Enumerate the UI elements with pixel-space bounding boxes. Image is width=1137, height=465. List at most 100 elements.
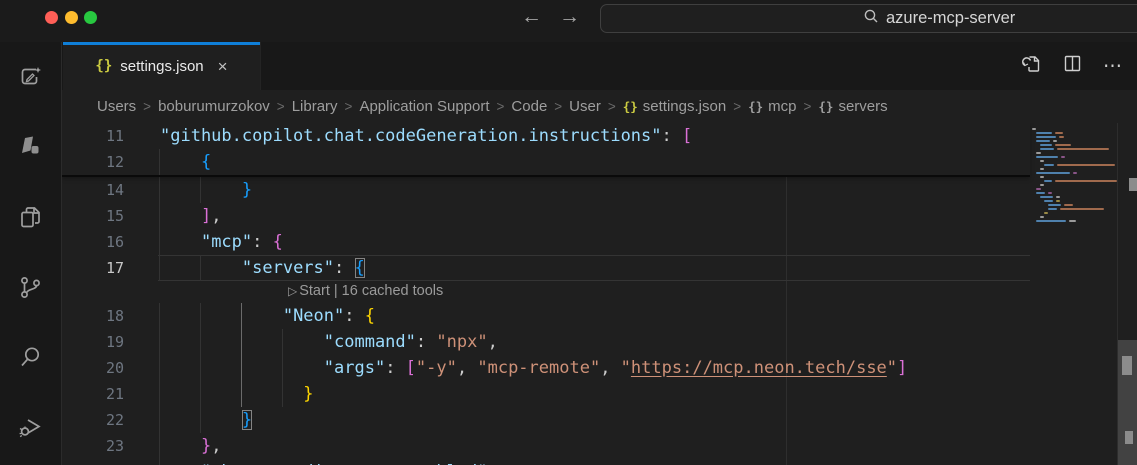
breadcrumb-item-user[interactable]: User: [569, 98, 601, 115]
breadcrumb-item-code[interactable]: Code: [511, 98, 547, 115]
tab-settings-json[interactable]: {} settings.json ×: [63, 42, 261, 90]
breadcrumb-label: servers: [838, 98, 887, 115]
code-line-11[interactable]: 11 "github.copilot.chat.codeGeneration.in…: [62, 123, 1030, 149]
open-changes-icon[interactable]: [1021, 53, 1042, 79]
line-content: "github.copilot.chat.codeGeneration.inst…: [160, 123, 692, 149]
line-number: 24: [62, 459, 124, 465]
codelens-mcp-server[interactable]: ▷Start | 16 cached tools: [62, 281, 1030, 303]
maximize-window-button[interactable]: [84, 11, 97, 24]
breadcrumb-item-users[interactable]: Users: [97, 98, 136, 115]
breadcrumb-separator: >: [608, 99, 616, 114]
overview-ruler-mark: [1125, 431, 1133, 444]
split-editor-icon[interactable]: [1063, 54, 1082, 78]
breadcrumb-item-settings-json[interactable]: {}settings.json: [623, 98, 726, 115]
breadcrumb-separator: >: [554, 99, 562, 114]
line-number: 21: [62, 381, 124, 407]
minimap-line: [1030, 172, 1117, 174]
code-line-19[interactable]: 19 "command": "npx",: [62, 329, 1030, 355]
minimize-window-button[interactable]: [65, 11, 78, 24]
explorer-icon[interactable]: [0, 182, 61, 252]
line-content: }: [160, 381, 314, 407]
back-arrow-icon[interactable]: ←: [521, 5, 542, 29]
minimap[interactable]: [1030, 123, 1117, 465]
breadcrumb-separator: >: [277, 99, 285, 114]
search-sidebar-icon[interactable]: [0, 322, 61, 392]
close-tab-icon[interactable]: ×: [218, 58, 228, 75]
line-content: "args": ["-y", "mcp-remote", "https://mc…: [160, 355, 907, 381]
minimap-line: [1030, 180, 1117, 182]
breadcrumb-item-servers[interactable]: {} servers: [818, 98, 887, 115]
codelens-label: Start | 16 cached tools: [299, 283, 443, 299]
breadcrumb-label: Code: [511, 98, 547, 115]
code-line-18[interactable]: 18 "Neon": {: [62, 303, 1030, 329]
url-link[interactable]: https://mcp.neon.tech/sse: [631, 358, 887, 378]
search-value: azure-mcp-server: [886, 9, 1015, 28]
code-line-22[interactable]: 22 }: [62, 407, 1030, 433]
code-editor[interactable]: 14 }15 ],16 "mcp": {17 "servers": {▷Star…: [62, 123, 1137, 465]
breadcrumb-item-boburumurzokov[interactable]: boburumurzokov: [158, 98, 270, 115]
code-line-17[interactable]: 17 "servers": {: [62, 255, 1030, 281]
breadcrumb-label: User: [569, 98, 601, 115]
line-content: "chat.mcp.discovery.enabled": true: [160, 459, 549, 465]
code-line-24[interactable]: 24 "chat.mcp.discovery.enabled": true: [62, 459, 1030, 465]
breadcrumb-item-library[interactable]: Library: [292, 98, 338, 115]
line-content: "mcp": {: [160, 229, 283, 255]
minimap-line: [1030, 136, 1117, 138]
breadcrumb-separator: >: [733, 99, 741, 114]
breadcrumb-separator: >: [143, 99, 151, 114]
line-content: }: [160, 177, 252, 203]
line-content: "Neon": {: [160, 303, 375, 329]
code-line-16[interactable]: 16 "mcp": {: [62, 229, 1030, 255]
minimap-line: [1030, 152, 1117, 154]
minimap-line: [1030, 140, 1117, 142]
extension-logo-icon[interactable]: [0, 112, 61, 182]
copilot-edits-icon[interactable]: [0, 42, 61, 112]
minimap-line: [1030, 192, 1117, 194]
code-line-15[interactable]: 15 ],: [62, 203, 1030, 229]
line-content: "command": "npx",: [160, 329, 498, 355]
minimap-line: [1030, 200, 1117, 202]
line-number: 23: [62, 433, 124, 459]
code-line-12[interactable]: 12 {: [62, 149, 1030, 175]
editor-actions: ⋯: [1021, 42, 1123, 90]
more-actions-icon[interactable]: ⋯: [1103, 55, 1123, 78]
line-number: 11: [62, 123, 124, 149]
minimap-line: [1030, 176, 1117, 178]
object-symbol-icon: {}: [818, 99, 833, 114]
minimap-line: [1030, 220, 1117, 222]
code-line-21[interactable]: 21 }: [62, 381, 1030, 407]
start-play-icon: ▷: [288, 284, 297, 298]
breadcrumb-separator: >: [803, 99, 811, 114]
minimap-line: [1030, 188, 1117, 190]
minimap-line: [1030, 208, 1117, 210]
line-content: },: [160, 433, 221, 459]
code-line-23[interactable]: 23 },: [62, 433, 1030, 459]
breadcrumb-item-application-support[interactable]: Application Support: [359, 98, 489, 115]
run-debug-icon[interactable]: [0, 392, 61, 462]
minimap-line: [1030, 132, 1117, 134]
json-file-icon: {}: [95, 58, 112, 74]
line-content: {: [160, 149, 211, 175]
code-lines: 14 }15 ],16 "mcp": {17 "servers": {▷Star…: [62, 177, 1030, 465]
vertical-scrollbar[interactable]: [1117, 123, 1137, 465]
code-line-20[interactable]: 20 "args": ["-y", "mcp-remote", "https:/…: [62, 355, 1030, 381]
line-content: ],: [160, 203, 221, 229]
minimap-line: [1030, 216, 1117, 218]
command-center-search[interactable]: azure-mcp-server: [600, 4, 1137, 33]
code-line-14[interactable]: 14 }: [62, 177, 1030, 203]
minimap-line: [1030, 164, 1117, 166]
minimap-line: [1030, 212, 1117, 214]
forward-arrow-icon[interactable]: →: [559, 5, 580, 29]
object-symbol-icon: {}: [748, 99, 763, 114]
close-window-button[interactable]: [45, 11, 58, 24]
titlebar: ← → azure-mcp-server: [0, 0, 1137, 42]
tab-label: settings.json: [120, 58, 203, 75]
line-number: 15: [62, 203, 124, 229]
minimap-line: [1030, 184, 1117, 186]
source-control-icon[interactable]: [0, 252, 61, 322]
line-number: 20: [62, 355, 124, 381]
breadcrumb-item-mcp[interactable]: {}mcp: [748, 98, 796, 115]
traffic-lights: [45, 11, 97, 24]
vscode-window: ← → azure-mcp-server: [0, 0, 1137, 465]
line-number: 14: [62, 177, 124, 203]
